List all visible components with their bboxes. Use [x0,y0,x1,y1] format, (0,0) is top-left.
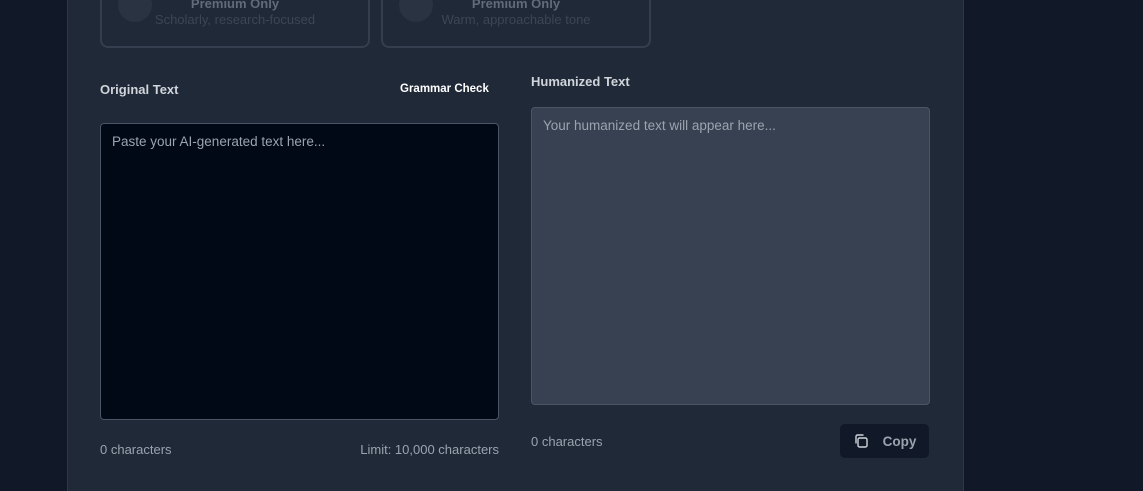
mode-description: Scholarly, research-focused [154,12,316,27]
copy-button[interactable]: Copy [840,424,929,458]
mode-card-friendly[interactable]: Premium Only Warm, approachable tone [381,0,651,48]
original-text-input[interactable] [100,123,499,420]
copy-label: Copy [882,433,917,449]
humanized-char-count: 0 characters [531,434,603,449]
grammar-check-button[interactable]: Grammar Check [400,83,489,95]
character-limit: Limit: 10,000 characters [360,442,499,457]
mode-card-academic[interactable]: Premium Only Scholarly, research-focused [100,0,370,48]
mode-premium-label: Premium Only [471,0,561,11]
mode-premium-label: Premium Only [190,0,280,11]
page: Premium Only Scholarly, research-focused… [0,0,1143,491]
original-char-count: 0 characters [100,442,172,457]
humanized-text-output[interactable] [531,107,930,405]
original-text-label: Original Text [100,82,179,97]
copy-icon [853,433,869,449]
humanized-text-label: Humanized Text [531,74,630,89]
mode-description: Warm, approachable tone [441,12,591,27]
